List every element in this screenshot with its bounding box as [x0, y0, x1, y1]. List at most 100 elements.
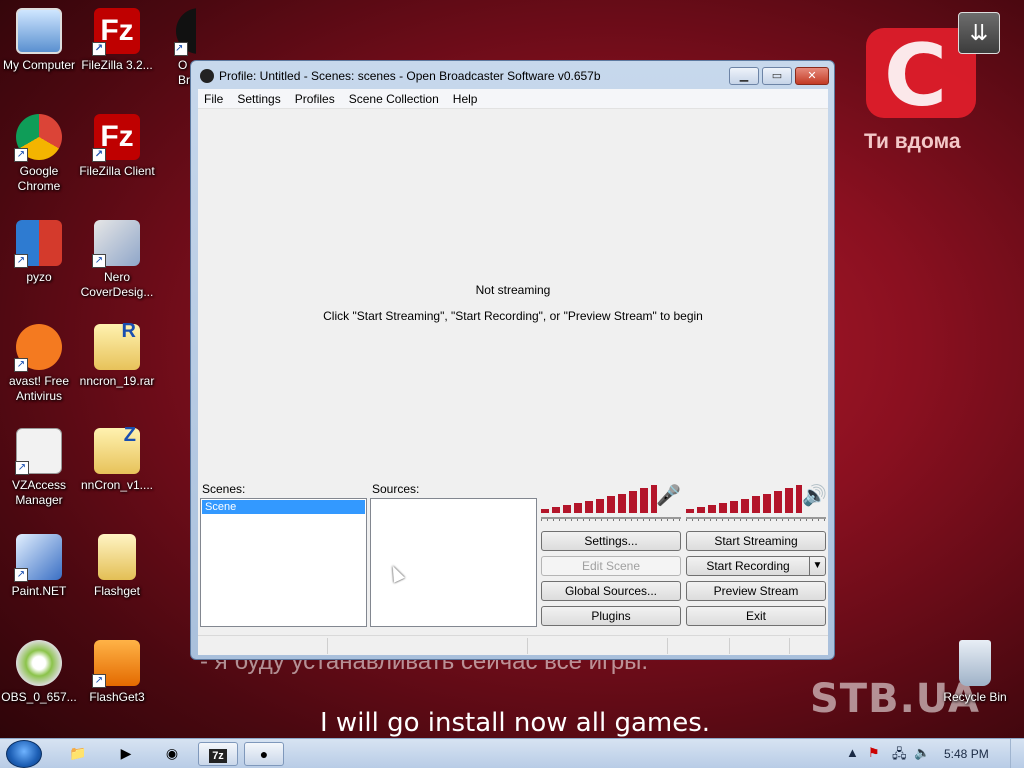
desktop-icon-label: Paint.NET — [11, 584, 67, 598]
meter-bar — [752, 496, 760, 513]
window-title: Profile: Untitled - Scenes: scenes - Ope… — [219, 69, 601, 83]
download-arrow-icon[interactable]: ⇊ — [958, 12, 1000, 54]
pyzo-icon: ↗ — [14, 220, 62, 268]
taskbar-explorer[interactable]: 📁 — [58, 742, 98, 766]
exit-button[interactable]: Exit — [686, 606, 826, 626]
desktop-volume-slider[interactable] — [686, 517, 826, 525]
maximize-icon: ▭ — [771, 70, 783, 82]
preview-stream-button[interactable]: Preview Stream — [686, 581, 826, 601]
plugins-button[interactable]: Plugins — [541, 606, 681, 626]
desktop-icon-label: FileZilla 3.2... — [81, 58, 153, 72]
status-segment — [198, 638, 328, 654]
start-hint: Click "Start Streaming", "Start Recordin… — [323, 309, 703, 323]
taskbar-obs[interactable]: ● — [244, 742, 284, 766]
meter-bar — [607, 496, 615, 513]
obs-icon: ● — [259, 746, 269, 762]
menu-scene-collection[interactable]: Scene Collection — [342, 89, 446, 109]
meter-bar — [719, 503, 727, 513]
desktop-icon-flashget-folder[interactable]: Flashget — [78, 534, 156, 599]
start-button[interactable] — [6, 740, 42, 768]
close-icon: ✕ — [807, 70, 817, 82]
desktop-icon-obs-installer[interactable]: OBS_0_657... — [0, 640, 78, 705]
desktop-icon-flashget3[interactable]: ↗ FlashGet3 — [78, 640, 156, 705]
recycle-bin-icon — [959, 640, 991, 686]
window-titlebar[interactable]: Profile: Untitled - Scenes: scenes - Ope… — [191, 61, 834, 91]
menu-file[interactable]: File — [198, 89, 230, 109]
desktop-icon-label: My Computer — [2, 58, 76, 72]
computer-icon — [16, 8, 62, 54]
chrome-icon: ◉ — [165, 745, 179, 761]
speaker-icon[interactable]: 🔊 — [802, 483, 827, 508]
desktop-icon-label: FileZilla Client — [79, 164, 155, 178]
meter-bar — [763, 494, 771, 513]
preview-area: Not streaming Click "Start Streaming", "… — [198, 109, 828, 483]
filezilla-icon: Fz ↗ — [92, 8, 140, 56]
start-streaming-button[interactable]: Start Streaming — [686, 531, 826, 551]
network-icon[interactable]: 🖧 — [892, 745, 907, 767]
sources-list[interactable] — [370, 498, 537, 627]
folder-icon: 📁 — [69, 745, 87, 761]
meter-bar — [640, 488, 648, 513]
microphone-icon[interactable]: 🎤 — [656, 483, 681, 508]
desktop-icon-label: nncron_19.rar — [79, 374, 155, 388]
desktop-icon-label: Nero CoverDesig... — [80, 270, 154, 299]
desktop-icon-filezilla-installer[interactable]: Fz ↗ FileZilla 3.2... — [78, 8, 156, 73]
scenes-list[interactable]: Scene — [200, 498, 367, 627]
chrome-icon: ↗ — [14, 114, 62, 162]
vzaccess-icon: ↗ — [15, 428, 62, 475]
meter-bar — [552, 507, 560, 513]
slider-ticks — [541, 517, 681, 521]
minimize-button[interactable]: ▁ — [729, 67, 759, 85]
desktop-icon-google-chrome[interactable]: ↗ Google Chrome — [0, 114, 78, 194]
slider-ticks — [686, 517, 826, 521]
show-desktop-button[interactable] — [1010, 739, 1024, 768]
taskbar-media-player[interactable]: ▶ — [106, 742, 146, 766]
desktop-icon-my-computer[interactable]: My Computer — [0, 8, 78, 73]
desktop-icon-vzaccess[interactable]: ↗ VZAccess Manager — [0, 428, 78, 508]
tray-expand-icon[interactable]: ▲ — [846, 745, 859, 760]
desktop-volume-meter[interactable] — [686, 485, 802, 513]
taskbar-chrome[interactable]: ◉ — [152, 742, 192, 766]
clock[interactable]: 5:48 PM — [944, 747, 989, 761]
taskbar-7zip[interactable]: 7z — [198, 742, 238, 766]
meter-bar — [686, 509, 694, 513]
obs-window: Profile: Untitled - Scenes: scenes - Ope… — [190, 60, 835, 660]
status-segment — [730, 638, 790, 654]
start-recording-button[interactable]: Start Recording — [686, 556, 810, 576]
desktop-icon-recycle-bin[interactable]: Recycle Bin — [936, 640, 1014, 705]
stream-status: Not streaming — [475, 283, 551, 297]
obs-icon: ↗ — [174, 8, 196, 56]
action-center-icon[interactable]: ⚑ — [868, 745, 880, 761]
menu-profiles[interactable]: Profiles — [288, 89, 342, 109]
desktop-icon-nncron-rar[interactable]: R nncron_19.rar — [78, 321, 156, 389]
recording-options-dropdown[interactable]: ▼ — [810, 556, 826, 576]
meter-bar — [541, 509, 549, 513]
volume-icon[interactable]: 🔈 — [914, 745, 930, 761]
menu-help[interactable]: Help — [446, 89, 485, 109]
archive-icon: Z — [94, 425, 140, 474]
filezilla-icon: Fz ↗ — [92, 114, 140, 162]
desktop-icon-label: nnCron_v1.... — [80, 478, 154, 492]
winrar-archive-icon: R — [94, 321, 140, 370]
desktop-icon-avast[interactable]: ↗ avast! Free Antivirus — [0, 324, 78, 404]
meter-bar — [596, 499, 604, 513]
7zip-icon: 7z — [209, 749, 227, 763]
mic-volume-meter[interactable] — [541, 485, 657, 513]
meter-bar — [708, 505, 716, 513]
list-item[interactable]: Scene — [202, 500, 365, 514]
desktop-icon-filezilla-client[interactable]: Fz ↗ FileZilla Client — [78, 114, 156, 179]
close-button[interactable]: ✕ — [795, 67, 829, 85]
desktop-icon-pyzo[interactable]: ↗ pyzo — [0, 220, 78, 285]
maximize-button[interactable]: ▭ — [762, 67, 792, 85]
installer-disc-icon — [16, 640, 62, 686]
channel-logo-glyph: C — [884, 26, 948, 126]
desktop-icon-nncron-7z[interactable]: Z nnCron_v1.... — [78, 425, 156, 493]
menu-bar: File Settings Profiles Scene Collection Help — [198, 89, 828, 109]
settings-button[interactable]: Settings... — [541, 531, 681, 551]
mic-volume-slider[interactable] — [541, 517, 681, 525]
global-sources-button[interactable]: Global Sources... — [541, 581, 681, 601]
meter-bar — [774, 491, 782, 513]
desktop-icon-nero-coverdesigner[interactable]: ↗ Nero CoverDesig... — [78, 220, 156, 300]
desktop-icon-paint-net[interactable]: ↗ Paint.NET — [0, 534, 78, 599]
menu-settings[interactable]: Settings — [230, 89, 287, 109]
